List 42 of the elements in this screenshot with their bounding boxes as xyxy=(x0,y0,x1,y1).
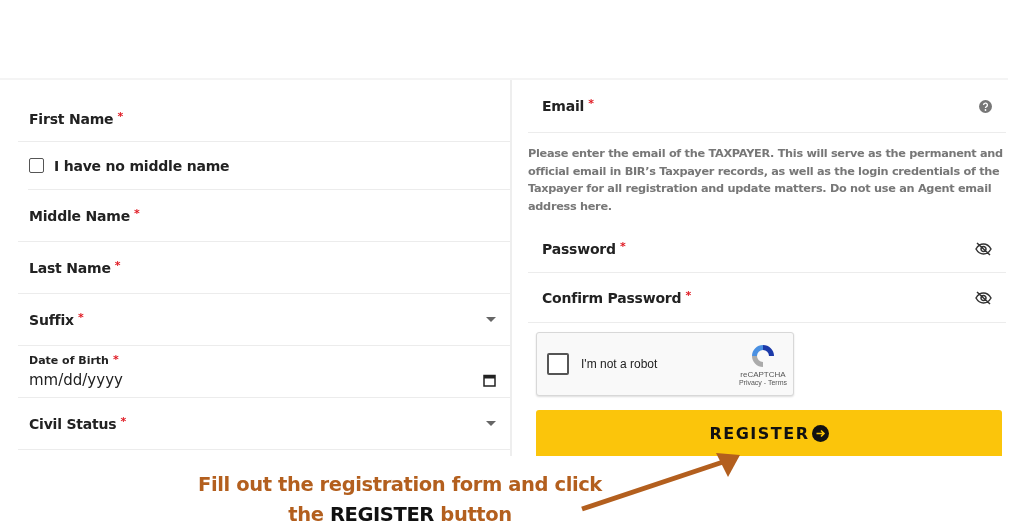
field-label: Last Name xyxy=(29,259,111,276)
field-label: Password xyxy=(542,240,616,257)
required-asterisk: * xyxy=(619,240,626,252)
recaptcha-brand: reCAPTCHA xyxy=(740,370,786,379)
field-label: Suffix xyxy=(29,311,74,328)
required-asterisk: * xyxy=(134,207,140,219)
select-field[interactable]: Suffix * xyxy=(18,294,510,346)
dropdown-caret-icon xyxy=(486,421,496,426)
field-label: Civil Status xyxy=(29,415,117,432)
captcha-label: I'm not a robot xyxy=(581,357,659,371)
password-field[interactable]: Password * xyxy=(528,225,1006,273)
field-label: Date of Birth xyxy=(29,354,109,367)
text-field[interactable]: First Name * xyxy=(18,80,510,142)
required-asterisk: * xyxy=(114,259,121,271)
field-label: Middle Name xyxy=(29,207,130,224)
text-field[interactable]: Middle Name * xyxy=(18,190,510,242)
required-asterisk: * xyxy=(588,98,594,109)
dropdown-caret-icon xyxy=(486,317,496,322)
no-middle-name-checkbox[interactable]: I have no middle name xyxy=(28,142,510,190)
required-asterisk: * xyxy=(117,110,124,122)
eye-slash-icon[interactable] xyxy=(975,241,992,256)
required-asterisk: * xyxy=(685,289,692,301)
arrow-circle-icon xyxy=(811,424,829,442)
calendar-icon[interactable] xyxy=(483,373,496,387)
email-note: Please enter the email of the TAXPAYER. This will serve as the permanent and official email in BIR’s Taxpayer records, as well as the login credentials of the Taxpayer for all registration and update matters. Do not use an Agent email address here. xyxy=(528,146,1004,215)
field-label: First Name xyxy=(29,110,114,127)
captcha-checkbox[interactable] xyxy=(547,353,569,375)
email-field[interactable]: Email * xyxy=(528,80,1006,133)
eye-slash-icon[interactable] xyxy=(975,290,992,305)
annotation-caption: Fill out the registration form and click the REGISTER button xyxy=(197,472,604,526)
required-asterisk: * xyxy=(77,311,84,323)
field-label: Email xyxy=(542,98,585,114)
date-field[interactable]: Date of Birth * mm/dd/yyyy xyxy=(18,346,510,398)
help-icon[interactable] xyxy=(979,99,992,113)
password-field[interactable]: Confirm Password * xyxy=(528,273,1006,323)
required-asterisk: * xyxy=(120,415,127,427)
required-asterisk: * xyxy=(112,354,119,365)
date-placeholder: mm/dd/yyyy xyxy=(29,371,123,389)
text-field[interactable]: Last Name * xyxy=(18,242,510,294)
register-button[interactable]: REGISTER xyxy=(536,410,1002,456)
select-field[interactable]: Civil Status * xyxy=(18,398,510,450)
field-label: Confirm Password xyxy=(542,289,682,306)
